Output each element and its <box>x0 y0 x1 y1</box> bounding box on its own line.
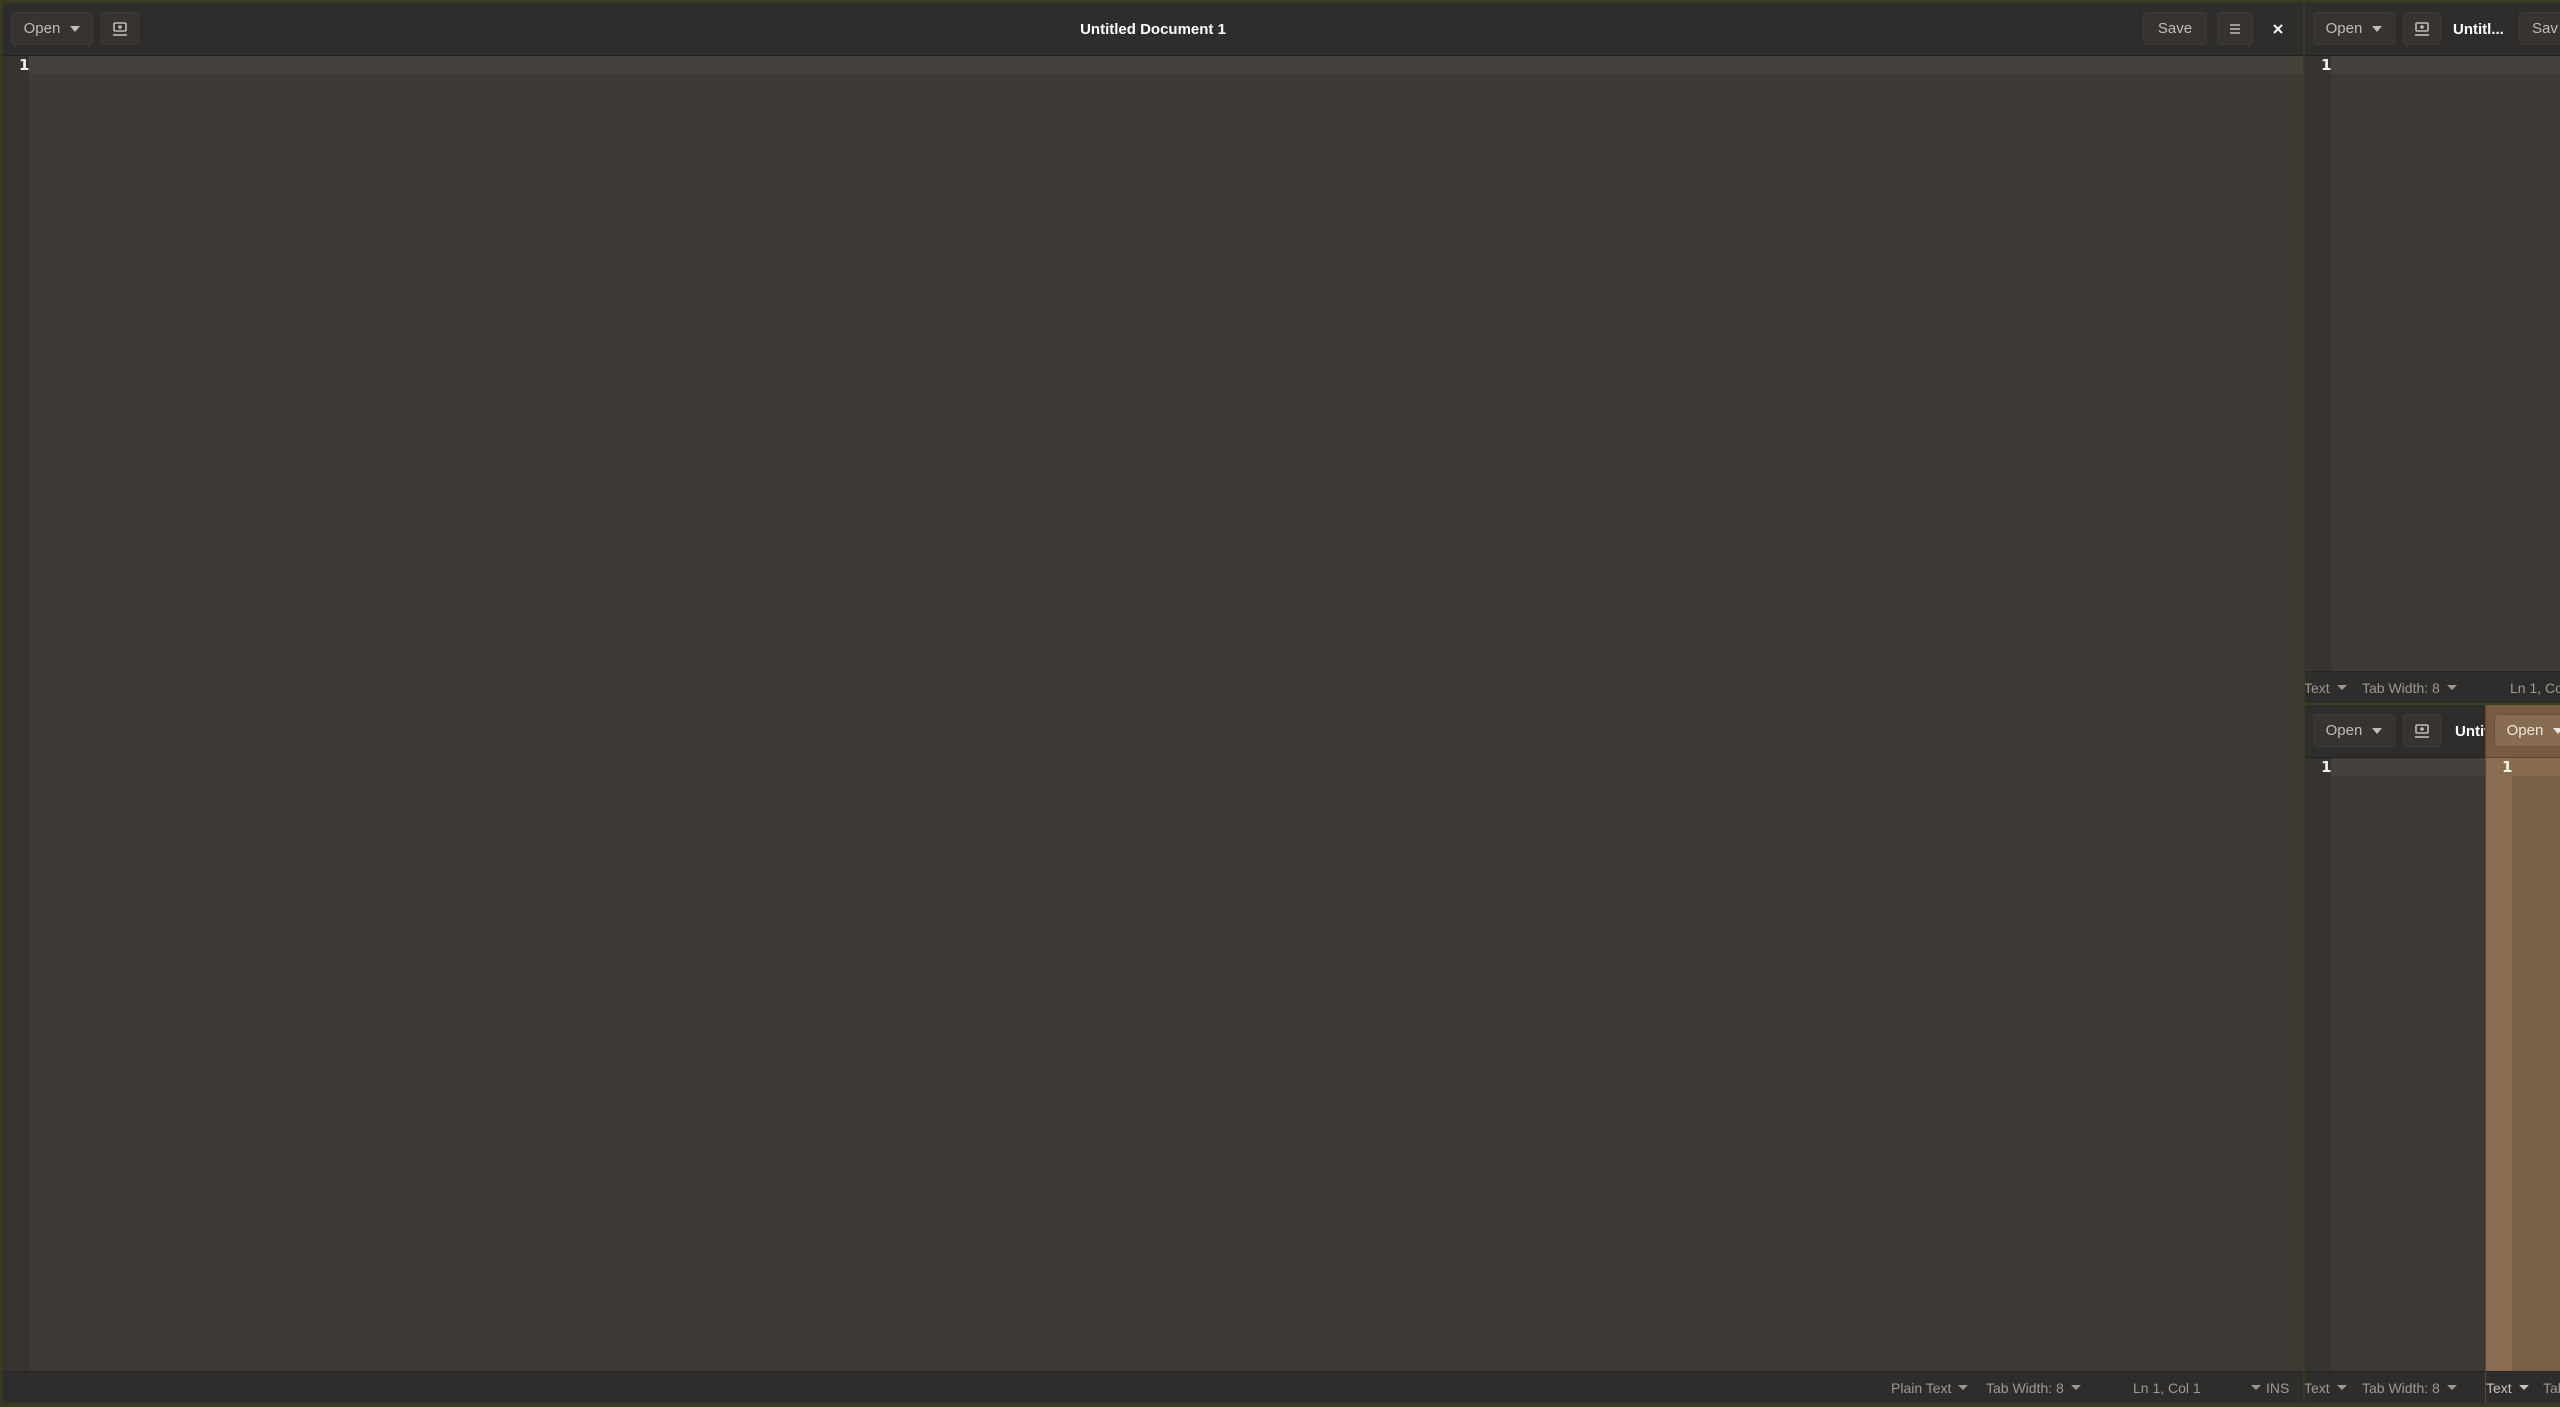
share-button[interactable] <box>101 12 139 45</box>
status-bar: Text Tab <box>2486 1371 2560 1403</box>
main-editor-window: Open Untitled Document 1 Save 1 Plain Te… <box>3 3 2303 1403</box>
share-button[interactable] <box>2403 12 2441 45</box>
cursor-position-label: Ln 1, Co <box>2510 679 2560 696</box>
open-button[interactable]: Open <box>2494 714 2560 747</box>
insert-mode-indicator: INS <box>2266 1372 2289 1403</box>
close-icon <box>2273 23 2283 34</box>
share-icon <box>113 21 127 36</box>
top-right-editor-window: Open Untitl... Sav 1 Text Tab Width: 8 L… <box>2305 3 2560 703</box>
language-selector[interactable]: Plain Text <box>1891 1372 1969 1403</box>
text-editing-area[interactable] <box>2331 776 2485 1372</box>
save-button[interactable]: Sav <box>2519 12 2560 45</box>
status-bar: Text Tab Width: 8 <box>2305 1371 2485 1403</box>
share-icon <box>2415 723 2429 738</box>
line-number: 1 <box>2321 56 2332 74</box>
chevron-down-icon <box>2070 1385 2081 1390</box>
window-title: Untitl... <box>2453 20 2504 38</box>
language-selector[interactable]: Text <box>2305 1372 2347 1403</box>
cursor-position-selector[interactable]: Ln 1, Col 1 <box>2133 1372 2261 1403</box>
cursor-position-label: Ln 1, Col 1 <box>2133 1379 2201 1396</box>
save-button-label: Save <box>2157 20 2193 37</box>
window-title: Untit <box>2455 722 2485 740</box>
insert-mode-label: INS <box>2266 1379 2290 1396</box>
tab-width-label: Tab Width: 8 <box>1986 1379 2064 1396</box>
bottom-right-editor-window-focused: Open 1 Text Tab <box>2485 705 2560 1403</box>
current-line-highlight <box>29 56 2303 74</box>
chevron-down-icon <box>1958 1385 1969 1390</box>
menu-button[interactable] <box>2217 12 2253 45</box>
line-number-gutter <box>2486 758 2512 1372</box>
share-icon <box>2415 21 2429 36</box>
chevron-down-icon <box>70 25 81 32</box>
window-title: Untitled Document 1 <box>1080 20 1226 38</box>
header-bar: Open Untit <box>2305 705 2485 758</box>
language-label: Text <box>2486 1379 2512 1396</box>
text-editing-area[interactable] <box>2512 776 2560 1372</box>
chevron-down-icon <box>2446 685 2457 690</box>
chevron-down-icon <box>2372 25 2383 32</box>
open-button[interactable]: Open <box>2313 12 2395 45</box>
language-label: Text <box>2305 1379 2330 1396</box>
chevron-down-icon <box>2553 727 2560 734</box>
close-button[interactable] <box>2261 12 2295 45</box>
chevron-down-icon <box>2518 1385 2529 1390</box>
tab-width-selector[interactable]: Tab Width: 8 <box>2362 1372 2457 1403</box>
line-number-gutter <box>3 56 29 1372</box>
cursor-position-selector[interactable]: Ln 1, Co <box>2510 672 2560 703</box>
current-line-highlight <box>2331 56 2560 74</box>
text-editing-area[interactable] <box>29 74 2303 1372</box>
text-editing-area[interactable] <box>2331 74 2560 672</box>
chevron-down-icon <box>2250 1385 2261 1390</box>
language-selector[interactable]: Text <box>2486 1372 2529 1403</box>
save-button-label: Sav <box>2532 20 2558 37</box>
tab-width-selector[interactable]: Tab <box>2543 1372 2560 1403</box>
line-number-gutter <box>2305 56 2331 672</box>
save-button[interactable]: Save <box>2143 12 2207 45</box>
current-line-highlight <box>2331 758 2485 776</box>
open-button-label: Open <box>2325 722 2363 739</box>
tab-width-selector[interactable]: Tab Width: 8 <box>1986 1372 2081 1403</box>
language-label: Text <box>2305 679 2330 696</box>
language-selector[interactable]: Text <box>2305 672 2347 703</box>
language-label: Plain Text <box>1891 1379 1952 1396</box>
open-button-label: Open <box>23 20 61 37</box>
status-bar: Plain Text Tab Width: 8 Ln 1, Col 1 INS <box>3 1371 2303 1403</box>
bottom-right-editor-window: Open Untit 1 Text Tab Width: 8 <box>2305 705 2485 1403</box>
open-button-label: Open <box>2325 20 2363 37</box>
line-number: 1 <box>19 56 30 74</box>
open-button[interactable]: Open <box>2313 714 2395 747</box>
header-bar: Open Untitl... Sav <box>2305 3 2560 56</box>
tab-width-selector[interactable]: Tab Width: 8 <box>2362 672 2457 703</box>
status-bar: Text Tab Width: 8 Ln 1, Co <box>2305 671 2560 703</box>
chevron-down-icon <box>2446 1385 2457 1390</box>
line-number: 1 <box>2321 758 2332 776</box>
tab-width-label: Tab Width: 8 <box>2362 679 2440 696</box>
chevron-down-icon <box>2372 727 2383 734</box>
chevron-down-icon <box>2336 685 2347 690</box>
tab-width-label: Tab Width: 8 <box>2362 1379 2440 1396</box>
header-bar: Open <box>2486 705 2560 758</box>
open-button[interactable]: Open <box>11 12 93 45</box>
line-number-gutter <box>2305 758 2331 1372</box>
hamburger-menu-icon <box>2230 23 2240 34</box>
share-button[interactable] <box>2403 714 2441 747</box>
tab-width-label: Tab <box>2543 1379 2560 1396</box>
open-button-label: Open <box>2506 722 2544 739</box>
current-line-highlight <box>2512 758 2560 776</box>
chevron-down-icon <box>2336 1385 2347 1390</box>
line-number: 1 <box>2502 758 2513 776</box>
header-bar: Open Untitled Document 1 Save <box>3 3 2303 56</box>
